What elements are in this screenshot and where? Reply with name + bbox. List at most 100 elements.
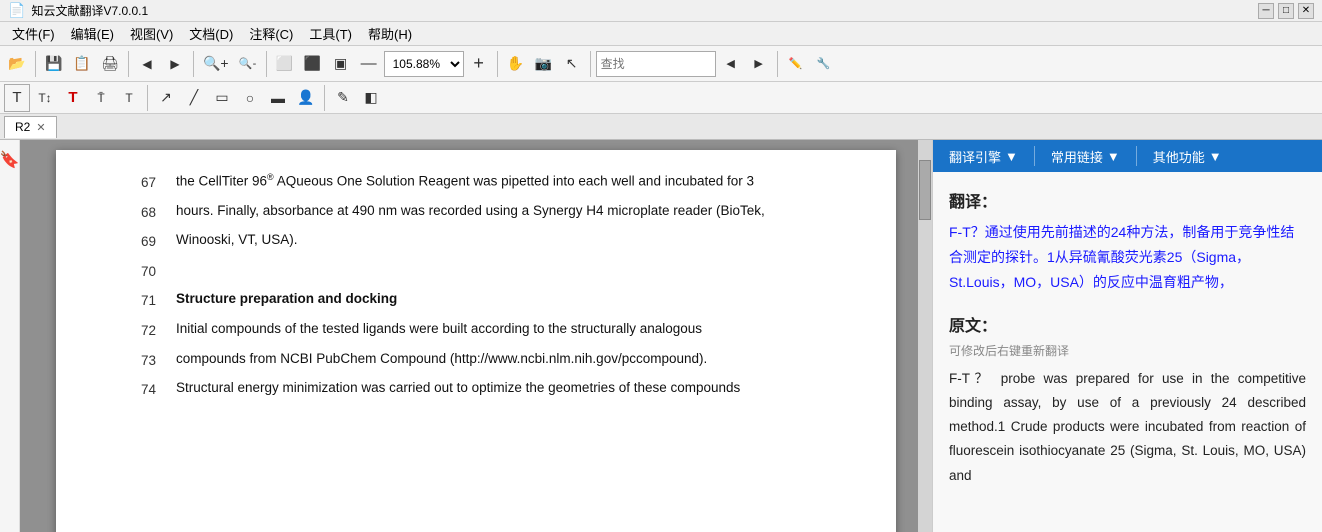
toolbar-secondary: T T↕ T T̄ T ↗ ╱ ▭ ○ ▬ 👤 ✎ ◧ [0,82,1322,114]
menu-file[interactable]: 文件(F) [4,22,63,45]
pdf-viewer: 67 the CellTiter 96® AQueous One Solutio… [20,140,932,532]
search-next-button[interactable]: ▶ [746,50,772,78]
translate-engine-label: 翻译引擎 [949,147,1001,166]
toolbar-main: 📂 💾 📋 🖨 ◀ ▶ 🔍+ 🔍- ⬜ ⬛ ▣ — 105.88% + ✋ 📷 … [0,46,1322,82]
right-separator-2 [1136,146,1137,166]
text-color-red[interactable]: T [60,84,86,112]
menu-comment[interactable]: 注释(C) [241,22,301,45]
line-text-72: Initial compounds of the tested ligands … [176,318,836,340]
menu-tools[interactable]: 工具(T) [301,22,360,45]
rect-fill-tool[interactable]: ▬ [265,84,291,112]
scroll-bar[interactable] [918,140,932,532]
line-number-74: 74 [116,377,156,401]
translate-engine-button[interactable]: 翻译引擎 ▼ [941,145,1026,168]
bookmark-icon[interactable]: 🔖 [0,150,19,170]
open-button[interactable]: 📂 [4,50,30,78]
zoom-add-button[interactable]: + [466,50,492,78]
edit-tool[interactable]: ✎ [330,84,356,112]
tab-r2-label: R2 [15,120,30,134]
snapshot-button[interactable]: 📷 [531,50,557,78]
right-separator-1 [1034,146,1035,166]
pdf-line-67: 67 the CellTiter 96® AQueous One Solutio… [116,170,836,194]
scroll-thumb[interactable] [919,160,931,220]
tab-r2-close[interactable]: ✕ [36,121,45,134]
menu-edit[interactable]: 编辑(E) [63,22,122,45]
actual-size-button[interactable]: ▣ [328,50,354,78]
person-tool[interactable]: 👤 [293,84,319,112]
separator-6 [590,51,591,77]
fit-page-button[interactable]: ⬜ [272,50,298,78]
line-tool[interactable]: ╱ [181,84,207,112]
retranlate-hint[interactable]: 可修改后右键重新翻译 [949,344,1069,358]
save-copy-button[interactable]: 📋 [69,50,95,78]
prev-page-button[interactable]: ◀ [134,50,160,78]
zoom-out-button[interactable]: 🔍- [235,50,261,78]
other-functions-button[interactable]: 其他功能 ▼ [1145,145,1230,168]
select-tool-button[interactable]: ↖ [559,50,585,78]
close-button[interactable]: ✕ [1298,3,1314,19]
translate-engine-dropdown-icon: ▼ [1005,149,1018,164]
text-tool-1[interactable]: T [4,84,30,112]
edit-pdf-button[interactable]: ✏️ [783,50,809,78]
original-text: F-T？ probe was prepared for use in the c… [949,367,1306,488]
translation-section: 翻译： F-T？通过使用先前描述的24种方法，制备用于竞争性结合测定的探针。1从… [949,188,1306,296]
bookmark-area: 🔖 [0,140,20,532]
minus-button[interactable]: — [356,50,382,78]
circle-tool[interactable]: ○ [237,84,263,112]
search-prev-button[interactable]: ◀ [718,50,744,78]
more-tools-button[interactable]: 🔧 [811,50,837,78]
pdf-line-70: 70 [116,259,836,283]
zoom-in-button[interactable]: 🔍+ [199,50,233,78]
rect-tool[interactable]: ▭ [209,84,235,112]
pdf-page: 67 the CellTiter 96® AQueous One Solutio… [56,150,896,532]
line-number-72: 72 [116,318,156,342]
separator-8 [147,85,148,111]
minimize-button[interactable]: ─ [1258,3,1274,19]
right-panel: 翻译引擎 ▼ 常用链接 ▼ 其他功能 ▼ 翻译： F-T？通过使用先前描述的24… [932,140,1322,532]
common-links-dropdown-icon: ▼ [1107,149,1120,164]
print-button[interactable]: 🖨 [97,50,123,78]
arrow-ne[interactable]: ↗ [153,84,179,112]
erase-tool[interactable]: ◧ [358,84,384,112]
text-below[interactable]: T [116,84,142,112]
line-text-74: Structural energy minimization was carri… [176,377,836,399]
separator-1 [35,51,36,77]
window-controls: ─ □ ✕ [1258,3,1314,19]
separator-3 [193,51,194,77]
next-page-button[interactable]: ▶ [162,50,188,78]
text-above[interactable]: T̄ [88,84,114,112]
hand-tool-button[interactable]: ✋ [503,50,529,78]
line-number-69: 69 [116,229,156,253]
separator-2 [128,51,129,77]
save-button[interactable]: 💾 [41,50,67,78]
pdf-scroll[interactable]: 67 the CellTiter 96® AQueous One Solutio… [20,140,932,532]
pdf-line-72: 72 Initial compounds of the tested ligan… [116,318,836,342]
zoom-select[interactable]: 105.88% [384,51,464,77]
common-links-button[interactable]: 常用链接 ▼ [1043,145,1128,168]
app-title: 知云文献翻译V7.0.0.1 [31,2,148,19]
line-number-70: 70 [116,259,156,283]
separator-4 [266,51,267,77]
menu-help[interactable]: 帮助(H) [360,22,420,45]
fit-width-button[interactable]: ⬛ [300,50,326,78]
right-panel-content: 翻译： F-T？通过使用先前描述的24种方法，制备用于竞争性结合测定的探针。1从… [933,172,1322,532]
line-number-68: 68 [116,200,156,224]
original-section: 原文： 可修改后右键重新翻译 F-T？ probe was prepared f… [949,312,1306,488]
separator-7 [777,51,778,77]
tab-r2[interactable]: R2 ✕ [4,116,57,138]
pdf-line-71: 71 Structure preparation and docking [116,288,836,312]
search-input[interactable] [596,51,716,77]
pdf-line-74: 74 Structural energy minimization was ca… [116,377,836,401]
menu-doc[interactable]: 文档(D) [181,22,241,45]
translation-title: 翻译： [949,188,1306,212]
line-text-70 [176,259,836,281]
other-functions-label: 其他功能 [1153,147,1205,166]
original-hint: 可修改后右键重新翻译 [949,342,1306,359]
line-number-73: 73 [116,348,156,372]
text-tool-2[interactable]: T↕ [32,84,58,112]
menu-view[interactable]: 视图(V) [122,22,181,45]
common-links-label: 常用链接 [1051,147,1103,166]
maximize-button[interactable]: □ [1278,3,1294,19]
title-bar: 📄 知云文献翻译V7.0.0.1 ─ □ ✕ [0,0,1322,22]
line-text-71: Structure preparation and docking [176,288,836,310]
